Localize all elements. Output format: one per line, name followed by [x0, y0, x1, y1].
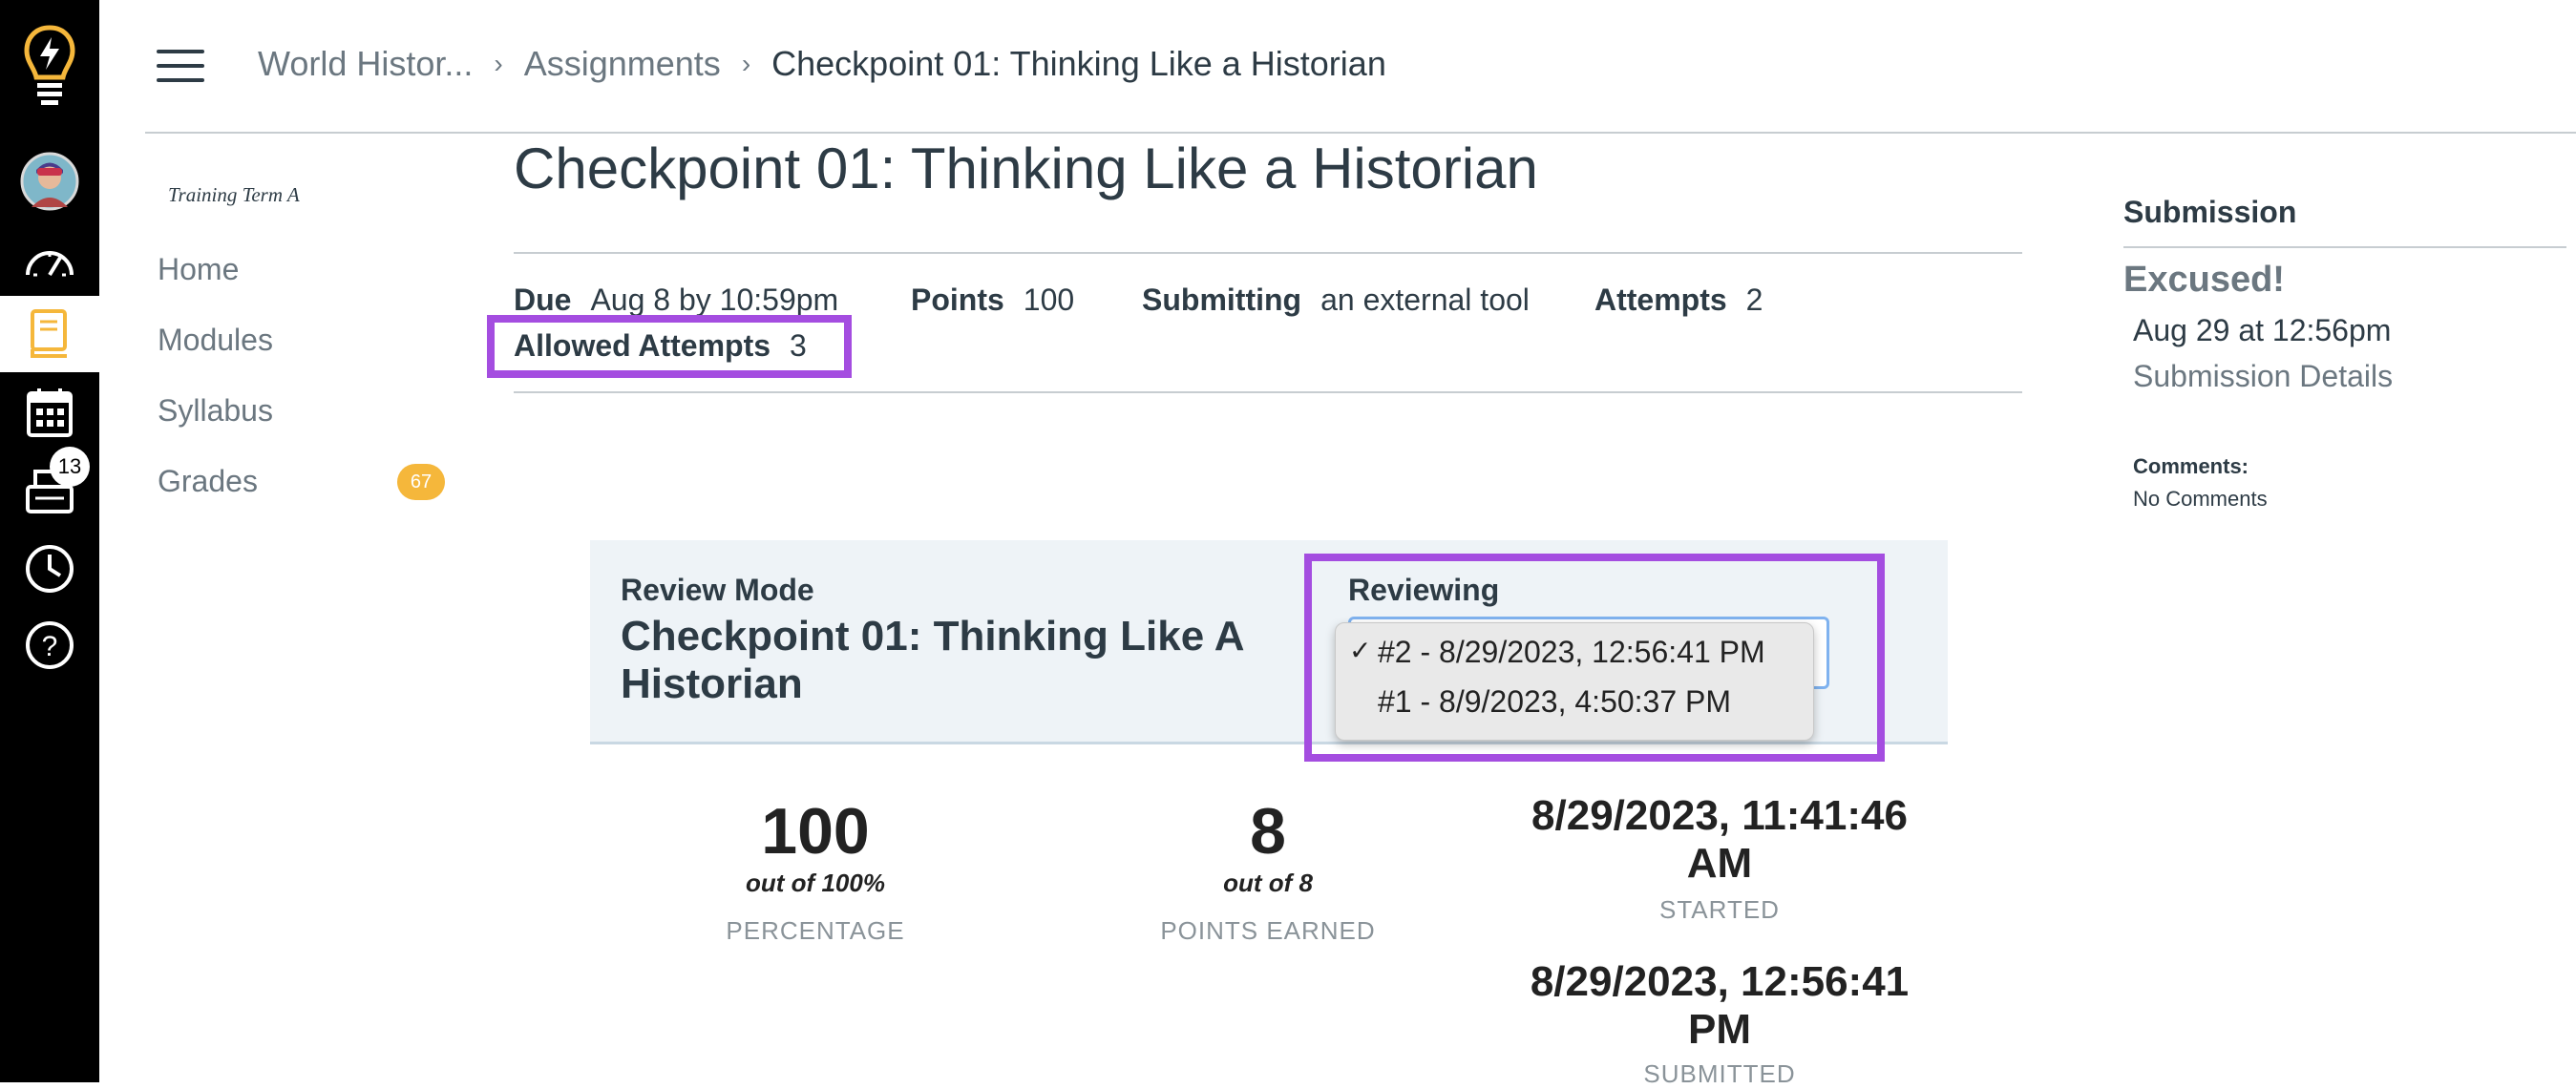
- submission-heading: Submission: [2123, 195, 2297, 229]
- breadcrumb-current: Checkpoint 01: Thinking Like a Historian: [771, 44, 1386, 83]
- course-nav-syllabus[interactable]: Syllabus: [158, 393, 273, 429]
- course-nav-grades[interactable]: Grades: [158, 464, 258, 499]
- points-label: Points: [911, 283, 1004, 317]
- lightbulb-logo-icon[interactable]: [0, 25, 99, 105]
- history-icon[interactable]: [0, 531, 99, 607]
- chevron-right-icon: ›: [494, 49, 503, 78]
- percentage-value: 100: [761, 795, 870, 868]
- breadcrumb-course[interactable]: World Histor...: [258, 44, 473, 84]
- inbox-icon[interactable]: 13: [0, 447, 99, 529]
- help-icon[interactable]: ?: [0, 607, 99, 683]
- global-nav: 13 ?: [0, 0, 99, 1082]
- submitting-detail: Submitting an external tool: [1142, 283, 1530, 318]
- submission-status: Excused!: [2123, 260, 2285, 300]
- review-title: Checkpoint 01: Thinking Like A Historian: [621, 613, 1243, 707]
- details-top-divider: [514, 252, 2022, 254]
- account-avatar[interactable]: [0, 143, 99, 220]
- submission-divider: [2123, 246, 2566, 248]
- attempts-value: 2: [1745, 283, 1763, 317]
- hamburger-menu-icon[interactable]: [157, 50, 204, 84]
- started-value: 8/29/2023, 11:41:46 AM: [1531, 792, 1908, 887]
- course-nav-home[interactable]: Home: [158, 252, 239, 287]
- course-nav-modules[interactable]: Modules: [158, 323, 273, 358]
- allowed-attempts-highlight: [487, 315, 852, 378]
- courses-icon[interactable]: [0, 296, 99, 372]
- calendar-icon[interactable]: [0, 374, 99, 450]
- points-earned-sub: out of 8: [1223, 869, 1313, 897]
- points-value: 100: [1023, 283, 1075, 317]
- submission-date: Aug 29 at 12:56pm: [2133, 313, 2392, 347]
- breadcrumb-assignments[interactable]: Assignments: [524, 44, 721, 84]
- points-detail: Points 100: [911, 283, 1074, 318]
- due-value: Aug 8 by 10:59pm: [590, 283, 839, 317]
- submission-details-link[interactable]: Submission Details: [2133, 359, 2393, 394]
- header-divider: [145, 132, 2576, 134]
- submitting-label: Submitting: [1142, 283, 1302, 317]
- percentage-label: PERCENTAGE: [726, 916, 905, 945]
- comments-value: No Comments: [2133, 487, 2268, 511]
- started-label: STARTED: [1659, 895, 1780, 924]
- percentage-sub: out of 100%: [746, 869, 885, 897]
- submitted-value: 8/29/2023, 12:56:41 PM: [1530, 958, 1910, 1053]
- svg-text:?: ?: [42, 631, 58, 662]
- points-earned-value: 8: [1250, 795, 1286, 868]
- details-bottom-divider: [514, 391, 2022, 393]
- review-mode-label: Review Mode: [621, 573, 814, 607]
- grades-badge: 67: [397, 464, 445, 500]
- attempts-detail: Attempts 2: [1594, 283, 1763, 318]
- due-label: Due: [514, 283, 572, 317]
- breadcrumb: World Histor... › Assignments › Checkpoi…: [258, 44, 1386, 84]
- submitted-label: SUBMITTED: [1643, 1059, 1796, 1088]
- due-detail: Due Aug 8 by 10:59pm: [514, 283, 838, 318]
- inbox-badge: 13: [50, 447, 90, 487]
- term-label: Training Term A: [168, 183, 300, 206]
- attempts-label: Attempts: [1594, 283, 1727, 317]
- dashboard-icon[interactable]: [0, 223, 99, 300]
- page-title: Checkpoint 01: Thinking Like a Historian: [514, 136, 1538, 200]
- submitting-value: an external tool: [1320, 283, 1530, 317]
- points-earned-label: POINTS EARNED: [1160, 916, 1376, 945]
- comments-label: Comments:: [2133, 454, 2249, 478]
- reviewing-highlight: [1304, 554, 1885, 762]
- chevron-right-icon: ›: [741, 49, 751, 78]
